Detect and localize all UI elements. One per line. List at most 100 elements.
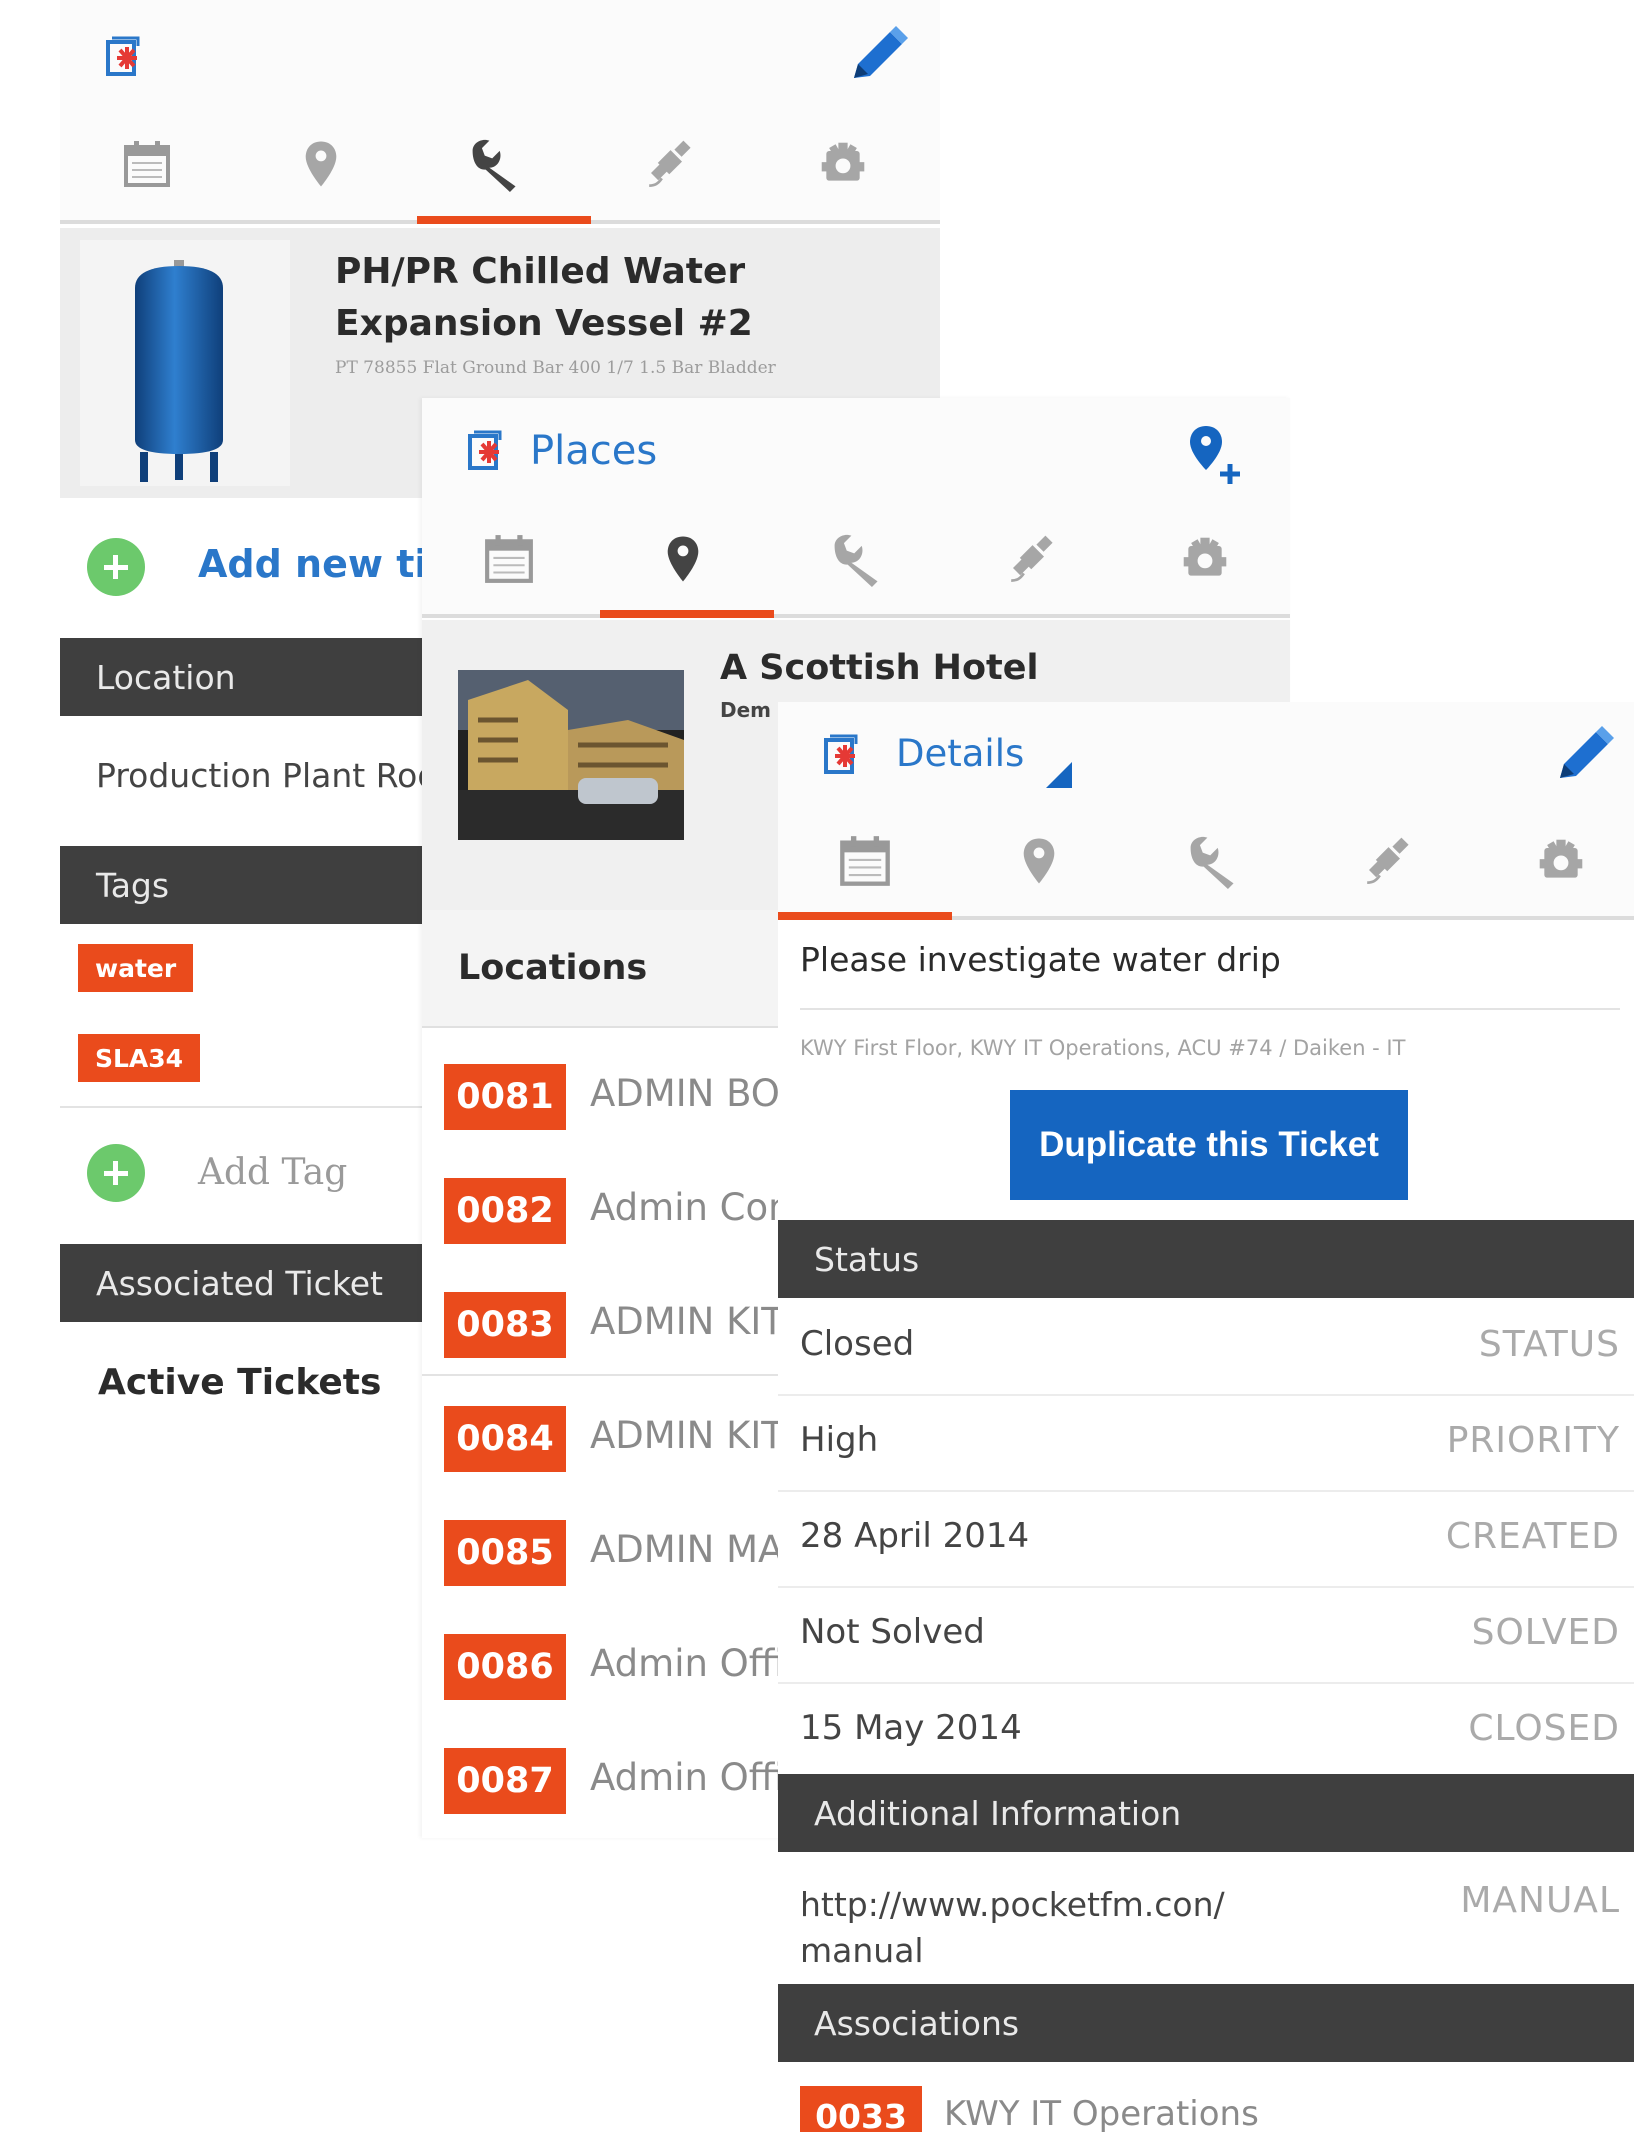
status-value: High xyxy=(800,1420,879,1460)
divider xyxy=(800,1008,1620,1010)
location-number: 0087 xyxy=(444,1748,566,1814)
ticket-title: Please investigate water drip xyxy=(800,940,1281,979)
place-subtitle: Dem xyxy=(720,698,772,722)
status-row: 15 May 2014 CLOSED xyxy=(778,1682,1634,1778)
app-icon[interactable] xyxy=(822,734,862,778)
status-value: 15 May 2014 xyxy=(800,1708,1022,1748)
active-tab-indicator xyxy=(417,216,591,224)
asset-subtitle: PT 78855 Flat Ground Bar 400 1/7 1.5 Bar… xyxy=(335,358,776,378)
dropdown-corner-icon[interactable] xyxy=(1046,762,1072,788)
map-pin-icon xyxy=(1021,836,1057,886)
status-value: Not Solved xyxy=(800,1612,985,1652)
asset-image xyxy=(80,240,290,486)
details-title[interactable]: Details xyxy=(896,732,1024,775)
status-key: CLOSED xyxy=(1468,1708,1620,1749)
status-key: PRIORITY xyxy=(1446,1420,1620,1461)
add-ticket-icon[interactable] xyxy=(87,538,145,596)
status-row: High PRIORITY xyxy=(778,1394,1634,1492)
tab-calendar[interactable] xyxy=(422,504,596,614)
manual-url[interactable]: http://www.pocketfm.con/ manual xyxy=(800,1882,1225,1974)
tab-assets[interactable] xyxy=(408,108,582,220)
tab-places[interactable] xyxy=(596,504,770,614)
status-row: Closed STATUS xyxy=(778,1298,1634,1396)
status-key: CREATED xyxy=(1445,1516,1620,1557)
asset-title: PH/PR Chilled Water Expansion Vessel #2 xyxy=(335,251,753,344)
calendar-icon xyxy=(122,139,172,189)
places-topbar: Places xyxy=(422,398,1290,504)
map-pin-icon xyxy=(665,534,701,584)
pencil-icon[interactable] xyxy=(1552,726,1614,788)
pencil-icon[interactable] xyxy=(846,26,908,88)
add-tag-icon[interactable] xyxy=(87,1144,145,1202)
wrench-icon xyxy=(1185,833,1241,889)
vessel-image xyxy=(135,260,223,482)
gear-icon xyxy=(1180,534,1230,584)
status-value: 28 April 2014 xyxy=(800,1516,1030,1556)
location-number: 0083 xyxy=(444,1292,566,1358)
satellite-icon xyxy=(1004,532,1058,586)
details-screen: Details Please investigate water drip KW… xyxy=(778,702,1634,2132)
location-name: Admin Con xyxy=(590,1186,792,1229)
location-number: 0081 xyxy=(444,1064,566,1130)
details-topbar: Details xyxy=(778,702,1634,806)
location-name: ADMIN BO xyxy=(590,1072,780,1115)
tab-calendar[interactable] xyxy=(60,108,234,220)
manual-url-line2: manual xyxy=(800,1931,924,1970)
places-title: Places xyxy=(530,428,658,474)
tag-chip[interactable]: SLA34 xyxy=(78,1034,201,1082)
tab-settings[interactable] xyxy=(1118,504,1290,614)
location-number: 0085 xyxy=(444,1520,566,1586)
tab-satellite[interactable] xyxy=(1300,806,1474,916)
gear-icon xyxy=(1536,836,1586,886)
tag-chip[interactable]: water xyxy=(78,944,194,992)
add-tag-link[interactable]: Add Tag xyxy=(198,1152,347,1193)
wrench-icon xyxy=(829,531,885,587)
status-key: STATUS xyxy=(1478,1324,1620,1365)
app-icon[interactable] xyxy=(466,430,506,474)
satellite-icon xyxy=(642,137,696,191)
location-name: ADMIN KIT xyxy=(590,1300,784,1343)
details-tabbar xyxy=(778,806,1634,920)
association-item[interactable]: 0033 KWY IT Operations xyxy=(778,2082,1634,2132)
duplicate-ticket-button[interactable]: Duplicate this Ticket xyxy=(1010,1090,1408,1200)
additional-info-header: Additional Information xyxy=(778,1774,1634,1852)
active-tab-indicator xyxy=(600,610,774,618)
place-name: A Scottish Hotel xyxy=(720,648,1039,688)
place-photo xyxy=(458,670,684,840)
tab-settings[interactable] xyxy=(756,108,930,220)
tab-calendar[interactable] xyxy=(778,806,952,916)
asset-tabbar xyxy=(60,108,940,224)
wrench-icon xyxy=(467,136,523,192)
places-tabbar xyxy=(422,504,1290,618)
hotel-photo xyxy=(458,670,684,840)
location-name: Admin Offi xyxy=(590,1756,785,1799)
location-number: 0084 xyxy=(444,1406,566,1472)
status-key: SOLVED xyxy=(1471,1612,1620,1653)
location-name: Admin Offi xyxy=(590,1642,785,1685)
location-number: 0082 xyxy=(444,1178,566,1244)
gear-icon xyxy=(818,139,868,189)
location-name: ADMIN MA xyxy=(590,1528,784,1571)
map-pin-icon xyxy=(303,139,339,189)
tab-places[interactable] xyxy=(234,108,408,220)
association-name: KWY IT Operations xyxy=(944,2094,1259,2132)
association-number: 0033 xyxy=(800,2086,922,2132)
app-icon[interactable] xyxy=(104,36,144,80)
tab-assets[interactable] xyxy=(1126,806,1300,916)
tab-assets[interactable] xyxy=(770,504,944,614)
status-value: Closed xyxy=(800,1324,915,1364)
tab-satellite[interactable] xyxy=(582,108,756,220)
locations-heading: Locations xyxy=(458,948,648,988)
tab-settings[interactable] xyxy=(1474,806,1634,916)
add-location-icon[interactable] xyxy=(1188,424,1248,486)
tab-places[interactable] xyxy=(952,806,1126,916)
location-number: 0086 xyxy=(444,1634,566,1700)
associations-header: Associations xyxy=(778,1984,1634,2062)
status-section-header: Status xyxy=(778,1220,1634,1298)
tab-satellite[interactable] xyxy=(944,504,1118,614)
location-name: ADMIN KIT xyxy=(590,1414,784,1457)
active-tab-indicator xyxy=(778,912,952,920)
satellite-icon xyxy=(1360,834,1414,888)
location-value[interactable]: Production Plant Roo xyxy=(96,756,438,795)
active-tickets-heading: Active Tickets xyxy=(98,1362,382,1403)
